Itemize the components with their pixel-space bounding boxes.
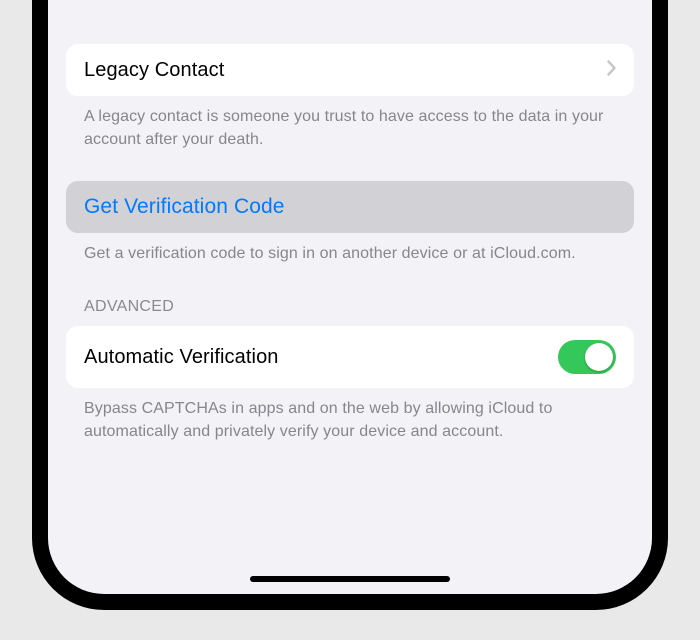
get-verification-code-button[interactable]: Get Verification Code (66, 181, 634, 233)
verification-group: Get Verification Code Get a verification… (66, 181, 634, 266)
phone-bezel: Legacy Contact A legacy contact is someo… (46, 0, 654, 596)
legacy-contact-footer: A legacy contact is someone you trust to… (66, 96, 634, 151)
toggle-knob (585, 343, 613, 371)
advanced-group: ADVANCED Automatic Verification Bypass C… (66, 298, 634, 443)
verification-footer: Get a verification code to sign in on an… (66, 233, 634, 266)
get-verification-code-label: Get Verification Code (84, 195, 285, 219)
legacy-contact-label: Legacy Contact (84, 59, 224, 82)
phone-frame: Legacy Contact A legacy contact is someo… (32, 0, 668, 610)
phone-screen: Legacy Contact A legacy contact is someo… (48, 0, 652, 594)
automatic-verification-label: Automatic Verification (84, 346, 279, 369)
advanced-header: ADVANCED (66, 298, 634, 326)
legacy-contact-group: Legacy Contact A legacy contact is someo… (66, 44, 634, 151)
automatic-verification-toggle[interactable] (558, 340, 616, 374)
legacy-contact-row[interactable]: Legacy Contact (66, 44, 634, 96)
chevron-right-icon (607, 60, 616, 81)
settings-content: Legacy Contact A legacy contact is someo… (48, 0, 652, 444)
home-indicator[interactable] (250, 576, 450, 582)
automatic-verification-row: Automatic Verification (66, 326, 634, 388)
automatic-verification-footer: Bypass CAPTCHAs in apps and on the web b… (66, 388, 634, 443)
